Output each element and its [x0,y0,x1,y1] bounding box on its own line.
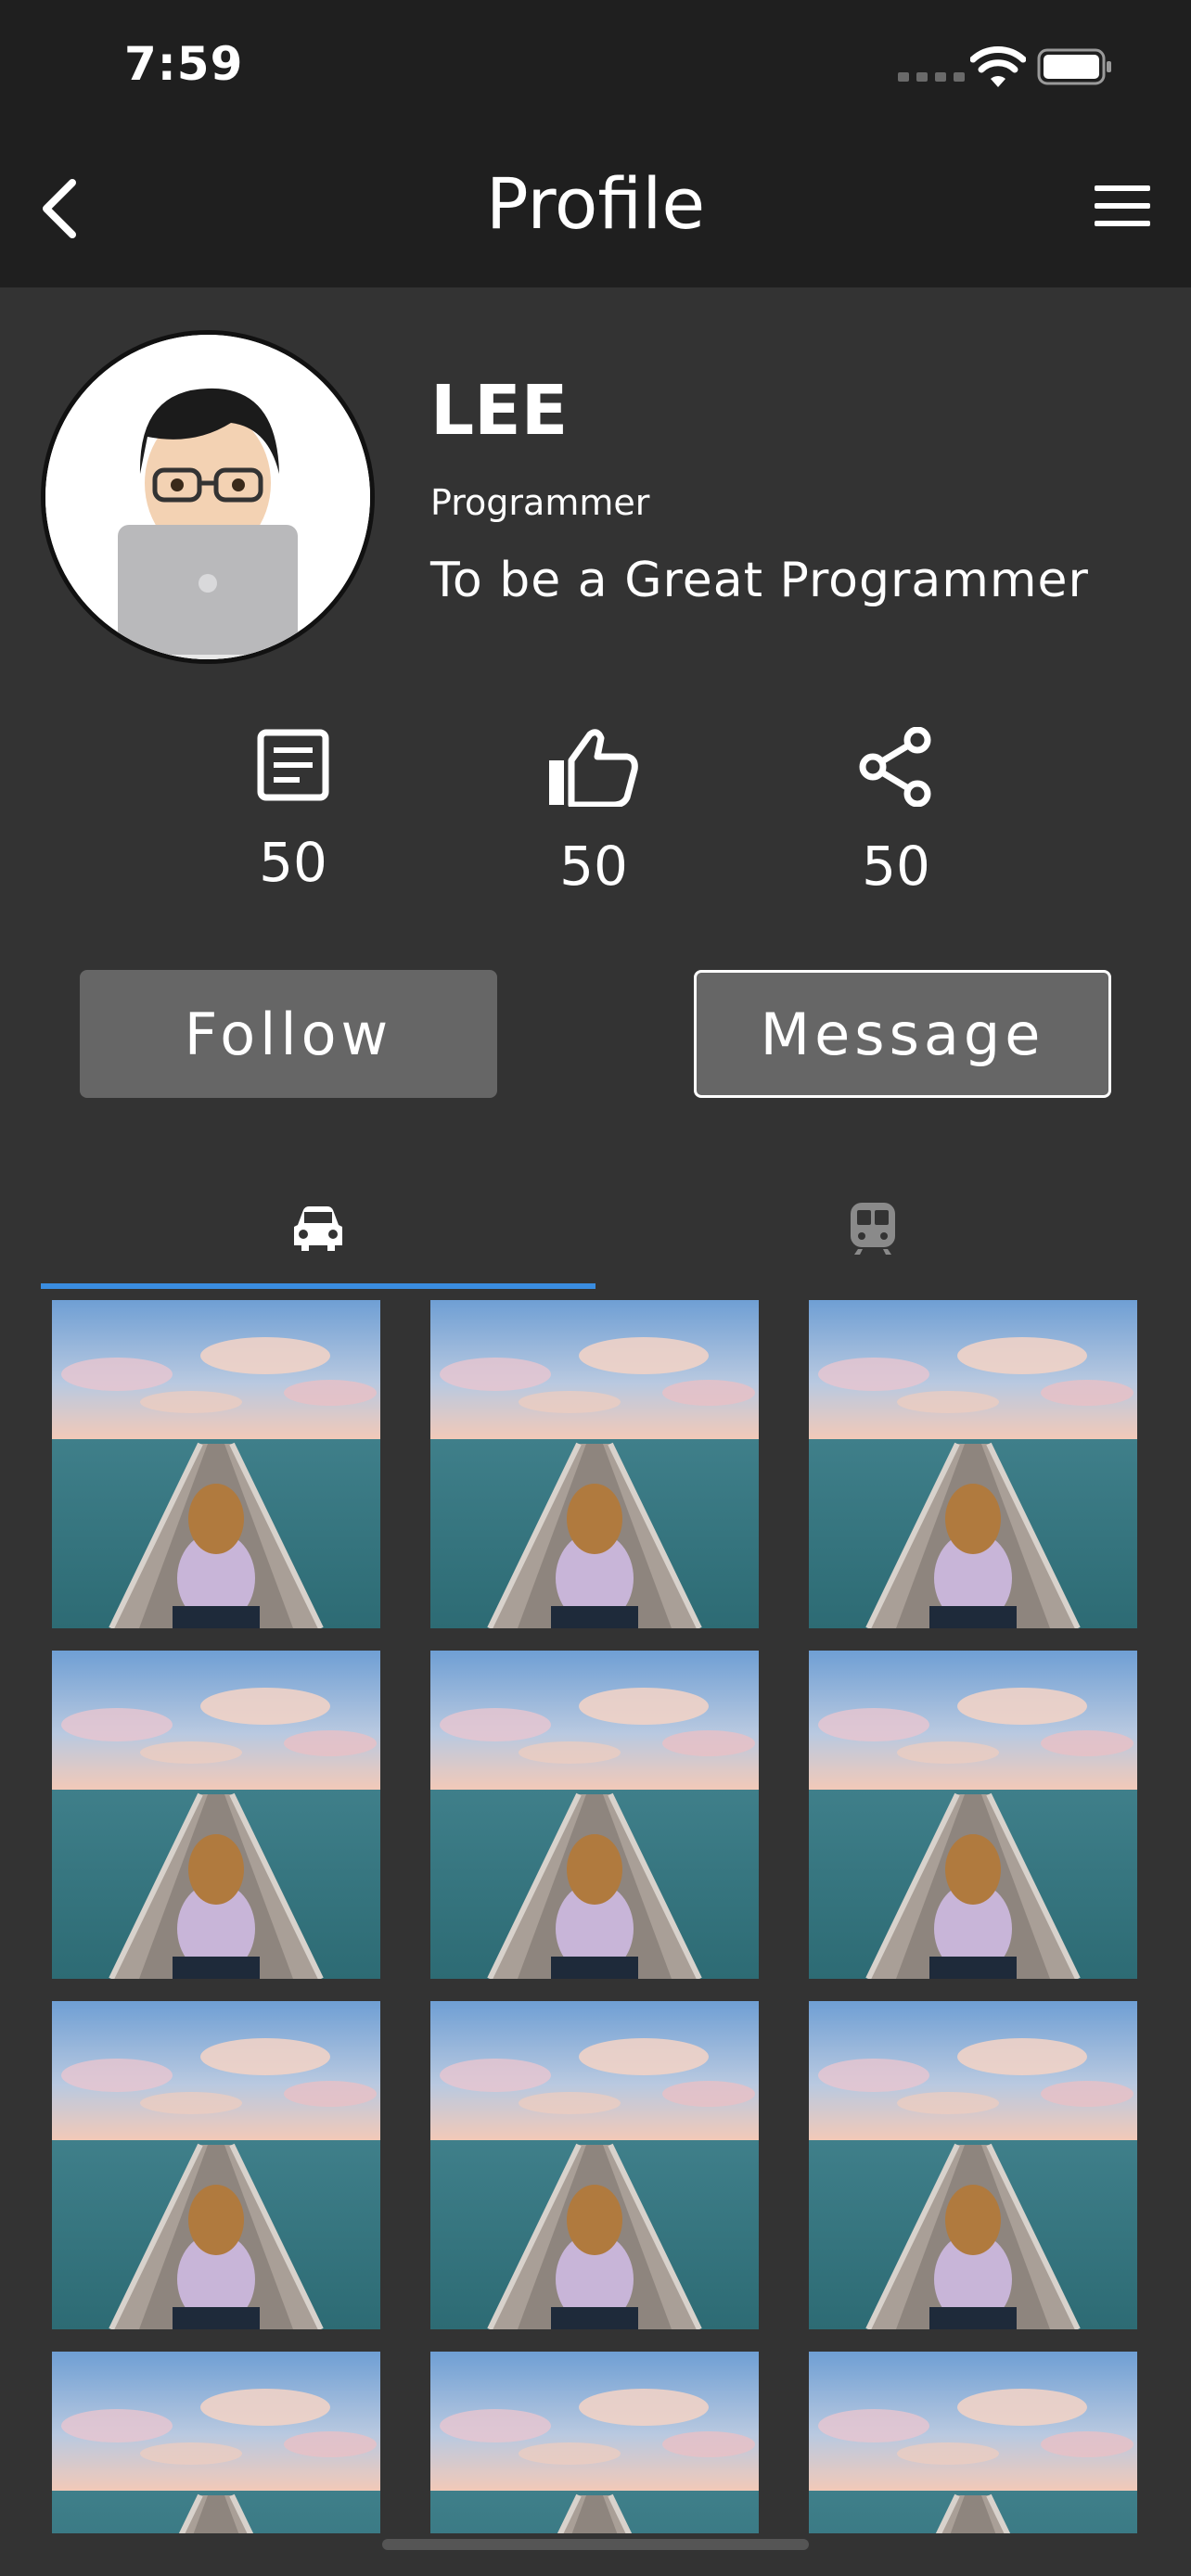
woman-on-pier-image [809,1651,1137,1979]
grid-photo[interactable] [430,2352,759,2533]
woman-on-pier-image [430,1300,759,1628]
grid-photo[interactable] [430,2001,759,2329]
battery-icon [1037,48,1111,85]
memoji-avatar-image [45,335,370,659]
message-button[interactable]: Message [694,970,1111,1098]
profile-name: LEE [430,371,569,451]
woman-on-pier-image [809,2001,1137,2329]
woman-on-pier-image [809,1300,1137,1628]
active-tab-indicator [41,1283,596,1289]
stat-shares[interactable]: 50 [785,727,1007,898]
tab-train[interactable] [596,1168,1150,1289]
status-time: 7:59 [124,37,244,91]
wifi-icon [970,46,1026,87]
stat-likes-count: 50 [559,835,628,898]
woman-on-pier-image [52,2352,380,2533]
car-icon [294,1206,342,1251]
follow-button[interactable]: Follow [80,970,497,1098]
article-icon [257,729,329,801]
grid-photo[interactable] [809,1300,1137,1628]
woman-on-pier-image [809,2352,1137,2533]
grid-photo[interactable] [430,1300,759,1628]
hamburger-menu-icon[interactable] [1095,185,1150,234]
grid-photo[interactable] [809,1651,1137,1979]
grid-photo[interactable] [52,2352,380,2533]
woman-on-pier-image [52,1651,380,1979]
stat-posts-count: 50 [259,831,327,894]
page-title: Profile [485,162,706,245]
stat-posts[interactable]: 50 [182,727,404,894]
grid-photo[interactable] [52,1300,380,1628]
grid-photo[interactable] [809,2352,1137,2533]
profile-role: Programmer [430,482,650,523]
cellular-signal-icon [898,72,965,82]
stat-likes[interactable]: 50 [482,727,705,898]
woman-on-pier-image [52,2001,380,2329]
avatar [41,330,375,664]
woman-on-pier-image [430,2001,759,2329]
tab-car[interactable] [41,1168,596,1289]
home-indicator[interactable] [382,2539,809,2550]
stat-shares-count: 50 [862,835,930,898]
profile-motto: To be a Great Programmer [430,553,1089,608]
train-icon [851,1203,895,1255]
woman-on-pier-image [430,2352,759,2533]
grid-photo[interactable] [52,1651,380,1979]
grid-photo[interactable] [430,1651,759,1979]
thumbs-up-icon [549,729,638,807]
grid-photo[interactable] [52,2001,380,2329]
woman-on-pier-image [430,1651,759,1979]
grid-photo[interactable] [809,2001,1137,2329]
share-icon [859,727,931,807]
woman-on-pier-image [52,1300,380,1628]
